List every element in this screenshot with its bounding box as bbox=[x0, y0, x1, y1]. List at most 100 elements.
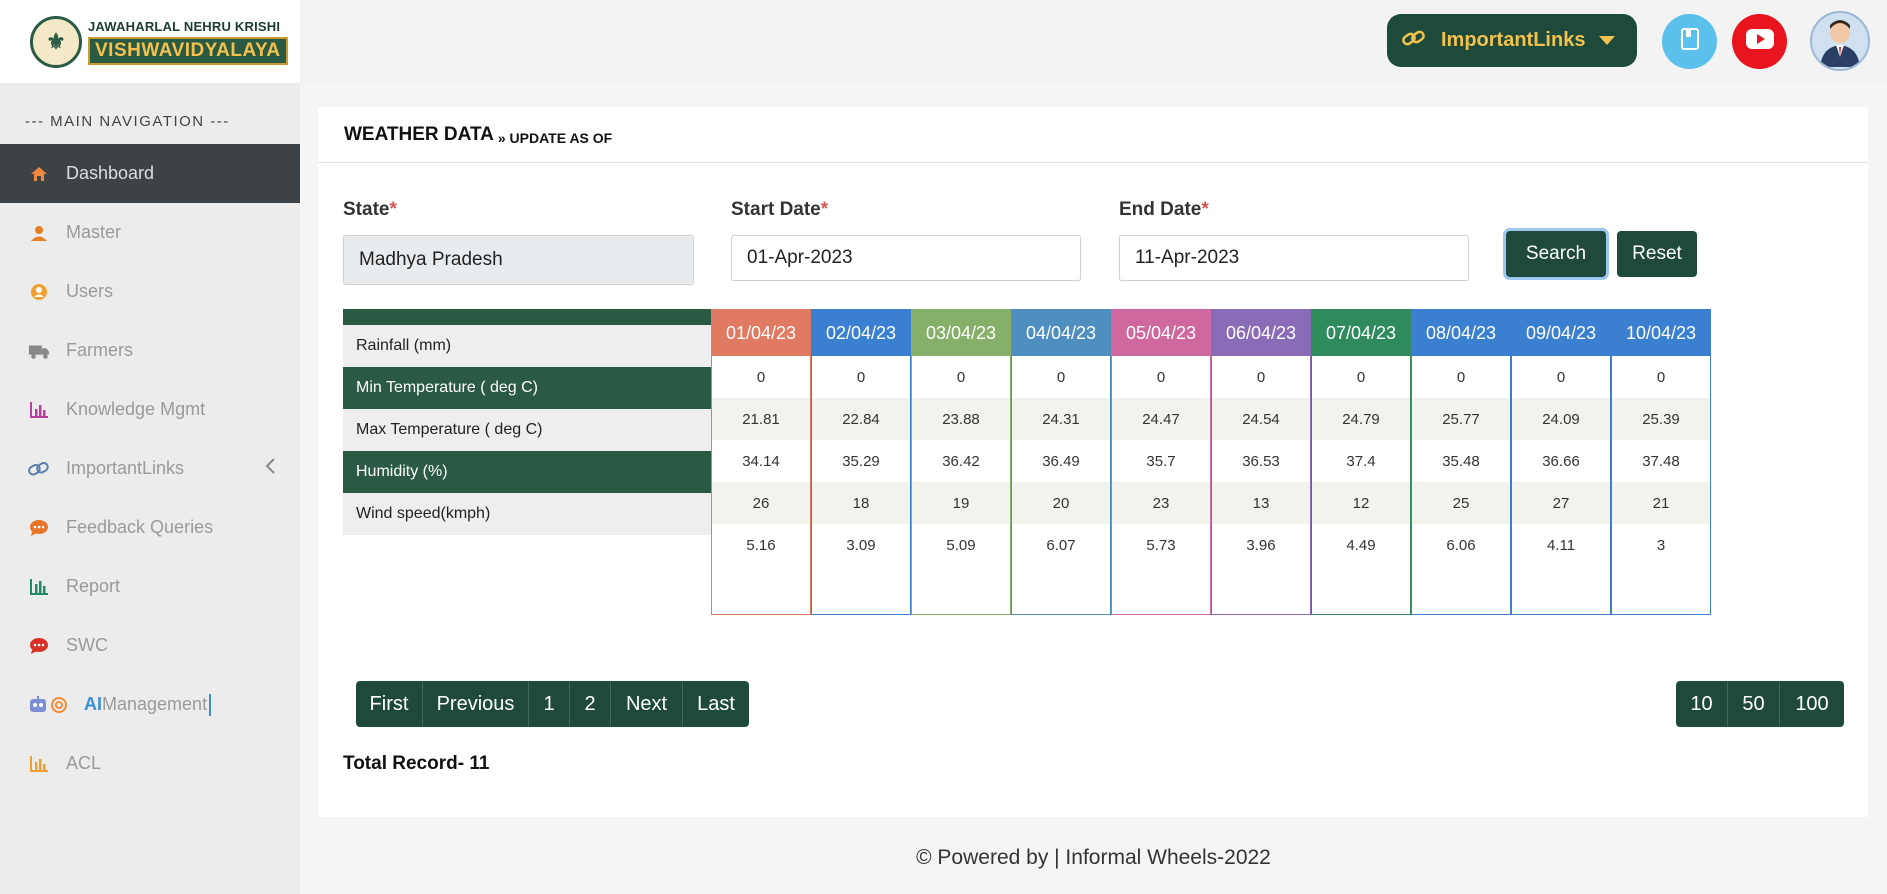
sidebar-item-farmers[interactable]: Farmers bbox=[0, 321, 300, 380]
weather-value-cell: 24.09 bbox=[1512, 398, 1610, 440]
date-column-header: 07/04/23 bbox=[1312, 310, 1410, 356]
row-label-wind-speed: Wind speed(kmph) bbox=[343, 493, 711, 535]
youtube-icon bbox=[1745, 29, 1774, 54]
topbar: ImportantLinks bbox=[300, 0, 1887, 83]
date-column-header: 04/04/23 bbox=[1012, 310, 1110, 356]
sidebar-item-report[interactable]: Report bbox=[0, 557, 300, 616]
weather-row-labels: Rainfall (mm) Min Temperature ( deg C) M… bbox=[343, 309, 711, 535]
weather-value-cell: 24.31 bbox=[1012, 398, 1110, 440]
date-column-header: 01/04/23 bbox=[712, 310, 810, 356]
sidebar-item-label: ImportantLinks bbox=[66, 458, 185, 478]
card-header: WEATHER DATA » UPDATE AS OF bbox=[318, 107, 1868, 163]
avatar[interactable] bbox=[1810, 11, 1870, 71]
weather-value-cell: 0 bbox=[856, 368, 866, 386]
end-date-label: End Date* bbox=[1119, 199, 1209, 220]
weather-value-cell: 13 bbox=[1212, 482, 1310, 524]
sidebar-item-label-ai: AI bbox=[84, 694, 102, 714]
date-column: 01/04/23 0 21.81 34.14 26 5.16 bbox=[711, 309, 811, 615]
next-page-button[interactable]: Next bbox=[611, 681, 683, 727]
weather-value-cell: 35.48 bbox=[1442, 452, 1480, 470]
main-navigation: Dashboard Master Users Farmers Knowledge… bbox=[0, 144, 300, 793]
reset-button[interactable]: Reset bbox=[1617, 231, 1697, 277]
sidebar-item-importantlinks[interactable]: ImportantLinks bbox=[0, 439, 300, 498]
weather-value-cell: 36.66 bbox=[1542, 452, 1580, 470]
user-circle-icon bbox=[28, 281, 50, 303]
weather-value-cell: 4.11 bbox=[1546, 536, 1576, 554]
weather-value-cell: 24.54 bbox=[1212, 398, 1310, 440]
sidebar-item-master[interactable]: Master bbox=[0, 203, 300, 262]
weather-value-cell: 34.14 bbox=[742, 452, 780, 470]
link-icon bbox=[1401, 28, 1427, 54]
sidebar-item-swc[interactable]: SWC bbox=[0, 616, 300, 675]
important-links-dropdown[interactable]: ImportantLinks bbox=[1387, 14, 1637, 67]
sidebar-item-dashboard[interactable]: Dashboard bbox=[0, 144, 300, 203]
truck-icon bbox=[28, 340, 50, 362]
weather-value-cell: 0 bbox=[1356, 368, 1366, 386]
total-records: Total Record- 11 bbox=[343, 753, 490, 774]
weather-value-cell: 37.48 bbox=[1642, 452, 1680, 470]
sidebar-item-acl[interactable]: ACL bbox=[0, 734, 300, 793]
first-page-button[interactable]: First bbox=[356, 681, 423, 727]
page-2-button[interactable]: 2 bbox=[570, 681, 611, 727]
sidebar-item-ai-management[interactable]: AI Management bbox=[0, 675, 300, 734]
weather-value-cell: 0 bbox=[756, 368, 766, 386]
weather-value-cell: 22.84 bbox=[812, 398, 910, 440]
robot-icon bbox=[28, 694, 72, 716]
sidebar-item-knowledge-mgmt[interactable]: Knowledge Mgmt bbox=[0, 380, 300, 439]
university-emblem-icon: ⚜ bbox=[30, 15, 82, 68]
page-size-100-button[interactable]: 100 bbox=[1780, 681, 1844, 727]
weather-value-cell: 3 bbox=[1656, 536, 1666, 554]
date-column-header: 06/04/23 bbox=[1212, 310, 1310, 356]
bar-chart-icon bbox=[28, 399, 50, 421]
weather-value-cell: 5.09 bbox=[946, 536, 976, 554]
date-column: 04/04/23 0 24.31 36.49 20 6.07 bbox=[1011, 309, 1111, 615]
sidebar-item-label: Management bbox=[102, 694, 208, 714]
sidebar-item-feedback-queries[interactable]: Feedback Queries bbox=[0, 498, 300, 557]
weather-value-cell: 37.4 bbox=[1346, 452, 1376, 470]
previous-page-button[interactable]: Previous bbox=[423, 681, 529, 727]
page-size-50-button[interactable]: 50 bbox=[1728, 681, 1780, 727]
user-icon bbox=[28, 222, 50, 244]
sidebar-item-users[interactable]: Users bbox=[0, 262, 300, 321]
start-date-label: Start Date* bbox=[731, 199, 829, 220]
link-icon bbox=[28, 458, 50, 480]
date-column: 08/04/23 0 25.77 35.48 25 6.06 bbox=[1411, 309, 1511, 615]
logo[interactable]: ⚜ JAWAHARLAL NEHRU KRISHI VISHWAVIDYALAY… bbox=[0, 0, 300, 83]
weather-value-cell: 3.96 bbox=[1246, 536, 1276, 554]
sidebar-item-label: Farmers bbox=[66, 340, 133, 360]
footer: © Powered by | Informal Wheels-2022 bbox=[916, 846, 1271, 869]
weather-value-cell: 19 bbox=[912, 482, 1010, 524]
weather-value-cell: 3.09 bbox=[846, 536, 876, 554]
search-button[interactable]: Search bbox=[1506, 231, 1606, 277]
page-title: WEATHER DATA bbox=[344, 124, 494, 145]
sidebar-item-label: Feedback Queries bbox=[66, 517, 214, 537]
page-1-button[interactable]: 1 bbox=[529, 681, 570, 727]
end-date-input[interactable]: 11-Apr-2023 bbox=[1119, 235, 1469, 281]
state-value: Madhya Pradesh bbox=[359, 249, 503, 270]
sidebar-item-label: Users bbox=[66, 281, 114, 301]
date-column: 07/04/23 0 24.79 37.4 12 4.49 bbox=[1311, 309, 1411, 615]
avatar-icon bbox=[1812, 13, 1868, 69]
weather-value-cell: 0 bbox=[1156, 368, 1166, 386]
start-date-input[interactable]: 01-Apr-2023 bbox=[731, 235, 1081, 281]
sidebar-item-label: Report bbox=[66, 576, 121, 596]
book-button[interactable] bbox=[1662, 14, 1717, 69]
sidebar-item-label: Dashboard bbox=[66, 163, 155, 183]
weather-value-cell: 25.77 bbox=[1412, 398, 1510, 440]
chevron-left-icon[interactable] bbox=[264, 457, 276, 480]
chat-icon bbox=[28, 517, 50, 539]
state-select[interactable]: Madhya Pradesh bbox=[343, 235, 694, 285]
sidebar: ⚜ JAWAHARLAL NEHRU KRISHI VISHWAVIDYALAY… bbox=[0, 0, 300, 894]
row-label-min-temp: Min Temperature ( deg C) bbox=[343, 367, 711, 409]
date-column: 10/04/23 0 25.39 37.48 21 3 bbox=[1611, 309, 1711, 615]
row-label-rainfall: Rainfall (mm) bbox=[343, 325, 711, 367]
nav-title: --- MAIN NAVIGATION --- bbox=[25, 113, 230, 130]
weather-value-cell: 26 bbox=[712, 482, 810, 524]
last-page-button[interactable]: Last bbox=[683, 681, 749, 727]
weather-value-cell: 0 bbox=[1256, 368, 1266, 386]
date-column: 06/04/23 0 24.54 36.53 13 3.96 bbox=[1211, 309, 1311, 615]
weather-value-cell: 23.88 bbox=[912, 398, 1010, 440]
weather-value-cell: 0 bbox=[1656, 368, 1666, 386]
page-size-10-button[interactable]: 10 bbox=[1676, 681, 1728, 727]
youtube-button[interactable] bbox=[1732, 14, 1787, 69]
